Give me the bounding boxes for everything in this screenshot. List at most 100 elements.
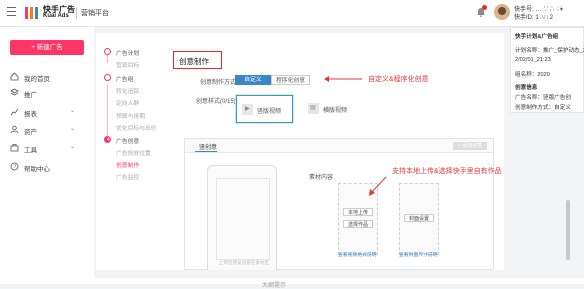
sidebar-item-label: 资产 [24,129,37,136]
step-label: 广告创意 [116,139,140,145]
step-label: 预算与排期 [116,114,145,120]
step-sub[interactable]: 广告监控 [104,172,182,181]
create-ad-button[interactable]: + 新建广告 [10,40,84,55]
method-label: 创意制作方式 [200,80,237,86]
info-group: 组名称：2020 [515,72,550,78]
brand-name-en: Kuai Ads [43,13,69,19]
step-sub[interactable]: 预算与排期 [104,111,182,120]
top-bar: 快手广告 Kuai Ads 营销平台 快手号: … ∵∴ ∷ 快手ID: 1 ∴… [0,0,584,27]
info-panel: 快手计划&广告组 计划名称：推广_保护动态_2 2/02/01_21:23 组名… [510,27,584,113]
scrollbar[interactable] [566,200,570,260]
method-programmatic-option[interactable]: 程序化创意 [271,75,310,85]
step-group[interactable]: 广告组 [104,74,182,83]
step-label: 创意制作 [116,163,140,169]
svg-text:?: ? [13,164,16,170]
method-custom-option[interactable]: 自定义 [235,75,271,85]
preview-tip: 上传后预览创意在素材区 [218,260,270,265]
step-label: 广告投放位置 [116,151,151,157]
step-label: 营销目标 [116,63,140,69]
format-label: 创意样式(0/15) [196,99,236,105]
editor-tabs: 竖创意 + 添加创意 [185,139,493,153]
video-icon [242,104,253,115]
info-section: 创意信息 [515,85,538,91]
sidebar-item-tools[interactable]: 工具 ⌄ [10,142,84,154]
layers-icon [10,88,19,96]
phone-preview: 上传后预览创意在素材区 [207,165,277,270]
format-label: 横版视频 [323,108,348,114]
image-icon [308,103,319,114]
format-horizontal-video[interactable]: 横版视频 [303,95,353,123]
video-format-link[interactable]: 查看视频格式说明 [338,251,376,258]
sidebar-item-label: 工具 [24,147,37,154]
footer-text: 大纲提示 [262,283,287,289]
user-id: 快手ID: 1 ∴∷ 2 [514,15,553,21]
section-title: 创意制作 [179,57,209,66]
info-title: 快手计划&广告组 [515,34,559,40]
avatar[interactable] [494,4,510,20]
step-sub[interactable]: 转化追踪 [104,86,182,95]
main-panel: 广告计划 营销目标 广告组 转化追踪 定向人群 预算与排期 优化目标与出价 广告… [96,33,504,270]
sidebar-item-assets[interactable]: 资产 ⌄ [10,124,84,136]
cover-size-link[interactable]: 查看封面尺寸说明 [399,251,437,258]
tab-creative[interactable]: 竖创意 [199,142,217,151]
select-works-button[interactable]: 选择作品 [343,220,373,228]
sidebar-item-label: 帮助中心 [24,166,50,173]
notification-badge [482,5,487,10]
step-dot [104,74,111,81]
sidebar-item-label: 推广 [24,92,37,99]
step-sub[interactable]: 优化目标与出价 [104,123,182,132]
sidebar-item-label: 我的首页 [24,76,50,83]
sidebar-item-help[interactable]: ? 帮助中心 [10,161,84,173]
cover-settings-button[interactable]: 封面设置 [404,214,434,222]
info-date: 2/02/01_21:23 [515,57,551,63]
kuaishou-logo-icon [25,7,38,19]
platform-title: 营销平台 [81,10,109,17]
footer [0,278,584,284]
step-active[interactable]: 创意制作 [104,160,182,169]
step-label: 广告监控 [116,175,140,181]
step-plan[interactable]: 广告计划 [104,48,182,57]
home-icon [10,72,19,81]
chevron-down-icon[interactable]: ▾ [560,6,563,13]
sidebar-item-promotion[interactable]: 推广 [10,87,84,99]
step-label: 优化目标与出价 [116,126,157,132]
cover-upload-box: 封面设置 [399,183,439,255]
creative-editor: 竖创意 + 添加创意 上传后预览创意在素材区 素材内容 本地上传 选择作品 封面… [184,138,494,270]
chevron-down-icon: ⌄ [70,144,76,150]
sidebar-item-report[interactable]: 报表 ⌄ [10,106,84,118]
step-sub[interactable]: 定向人群 [104,98,182,107]
toolbox-icon [10,144,19,152]
menu-icon[interactable] [7,7,16,19]
format-vertical-video[interactable]: 竖版视频 [236,95,293,123]
annotation-upload: 支持本地上传&选择快手里自有作品 [392,168,502,175]
chart-icon [10,108,19,116]
step-sub[interactable]: 营销目标 [104,60,182,69]
step-label: 定向人群 [116,101,140,107]
format-label: 竖版视频 [257,109,282,115]
user-icon [10,125,19,134]
chevron-down-icon: ⌄ [70,126,76,132]
step-sub[interactable]: 广告投放位置 [104,148,182,157]
step-label: 广告组 [116,77,134,83]
help-icon: ? [10,162,19,171]
chevron-down-icon: ⌄ [70,108,76,114]
step-label: 转化追踪 [116,89,140,95]
annotation-arrow [369,176,387,196]
tab-indicator [195,151,217,152]
info-mode: 创意制作方式：自定义 [515,105,571,111]
step-creative[interactable]: 广告创意 [104,136,182,145]
annotation-custom: 自定义&程序化创意 [368,76,429,83]
info-ad-name: 广告名称：竖版广告创 [515,95,571,101]
local-upload-button[interactable]: 本地上传 [343,208,373,216]
sidebar-item-home[interactable]: 我的首页 [10,71,84,83]
info-plan-name: 计划名称：推广_保护动态_2 [515,48,584,54]
preview-area [216,178,270,260]
annotation-arrow [324,76,362,82]
step-label: 广告计划 [116,51,140,57]
sidebar: + 新建广告 我的首页 推广 报表 ⌄ 资产 ⌄ 工具 ⌄ ? 帮助中心 [0,27,94,284]
step-dot [104,136,111,143]
divider [76,7,77,19]
add-creative-button[interactable]: + 添加创意 [453,142,487,150]
step-dot [104,48,111,55]
material-label: 素材内容 [309,175,334,181]
